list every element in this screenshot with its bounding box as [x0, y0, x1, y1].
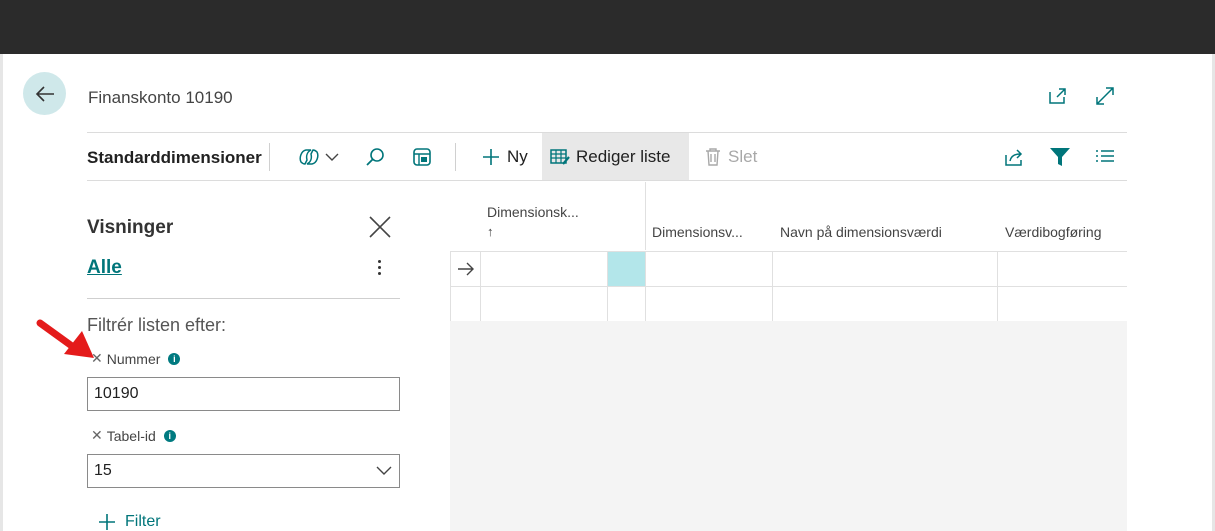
filter-tabel-id-value: 15 — [94, 462, 112, 479]
open-new-window-icon — [1049, 88, 1066, 104]
personalize-button[interactable] — [411, 145, 433, 169]
info-icon[interactable]: i — [168, 352, 181, 365]
row-arrow-icon — [458, 262, 474, 276]
toolbar-divider — [455, 143, 456, 171]
column-header-dimension-value[interactable]: Dimensionsv... — [652, 224, 743, 240]
top-bar — [0, 0, 1215, 54]
table-cell[interactable] — [646, 252, 773, 287]
new-button-label: Ny — [507, 146, 528, 166]
copilot-icon — [299, 149, 319, 165]
open-new-window-button[interactable] — [1046, 84, 1070, 108]
add-filter-button[interactable]: Filter — [97, 512, 161, 531]
filter-button[interactable] — [1049, 145, 1071, 169]
plus-icon — [483, 148, 499, 165]
search-icon — [366, 148, 384, 166]
back-arrow-icon — [35, 85, 54, 102]
expand-icon — [1096, 87, 1114, 105]
table-cell[interactable] — [773, 287, 998, 322]
table-cell[interactable] — [998, 287, 1127, 322]
column-header-dimension-value-name[interactable]: Navn på dimensionsværdi — [780, 224, 942, 240]
back-button[interactable] — [23, 72, 66, 115]
table-cell[interactable] — [481, 252, 608, 287]
grid-empty-area — [450, 321, 1127, 531]
table-cell[interactable] — [646, 287, 773, 322]
table-cell[interactable] — [773, 252, 998, 287]
search-button[interactable] — [364, 145, 386, 169]
action-toolbar: Standarddimensioner Ny Rediger liste Sle… — [87, 133, 1127, 180]
row-indicator-cell[interactable] — [451, 287, 481, 322]
column-header-dimension-code[interactable]: Dimensionsk... ↑ — [487, 204, 579, 239]
chevron-down-icon — [325, 153, 339, 161]
edit-list-button-label: Rediger liste — [576, 146, 671, 166]
chevron-down-icon — [376, 466, 392, 475]
list-view-icon — [1096, 150, 1114, 162]
close-views-button[interactable] — [367, 214, 393, 240]
column-header-label: Dimensionsk... — [487, 204, 579, 220]
toolbar-title: Standarddimensioner — [87, 148, 262, 167]
filter-tabel-id-select[interactable]: 15 — [87, 454, 400, 488]
filter-nummer-label: ✕ Nummer i — [91, 350, 181, 367]
filter-tabel-id-label: ✕ Tabel-id i — [91, 427, 176, 444]
plus-icon — [99, 514, 115, 530]
new-button[interactable]: Ny — [473, 133, 536, 180]
views-divider — [87, 298, 400, 299]
add-filter-label: Filter — [125, 513, 161, 530]
remove-filter-tabel-id-icon[interactable]: ✕ — [91, 427, 103, 444]
table-cell[interactable] — [998, 252, 1127, 287]
table-cell[interactable] — [608, 287, 646, 322]
red-arrow-annotation — [36, 319, 94, 358]
table-cell-selected[interactable] — [608, 252, 646, 287]
views-pane-title: Visninger — [87, 217, 174, 238]
sort-ascending-icon: ↑ — [487, 224, 494, 239]
delete-button-label: Slet — [728, 146, 758, 166]
remove-filter-nummer-icon[interactable]: ✕ — [91, 350, 103, 367]
filter-nummer-value: 10190 — [94, 385, 139, 402]
expand-button[interactable] — [1093, 84, 1117, 108]
edit-list-icon — [550, 148, 570, 165]
share-icon — [1005, 149, 1023, 166]
page-title: Finanskonto 10190 — [88, 88, 233, 107]
filter-nummer-name: Nummer — [106, 350, 161, 367]
toolbar-divider — [269, 143, 270, 171]
more-options-icon[interactable] — [371, 255, 387, 279]
list-view-button[interactable] — [1094, 145, 1116, 169]
copilot-button[interactable] — [297, 145, 340, 169]
edit-list-button[interactable]: Rediger liste — [542, 133, 689, 180]
toolbar-bottom-divider — [87, 180, 1127, 181]
column-header-value-posting[interactable]: Værdibogføring — [1005, 224, 1102, 240]
info-icon[interactable]: i — [163, 429, 176, 442]
filter-nummer-input[interactable]: 10190 — [87, 377, 400, 411]
table-cell[interactable] — [481, 287, 608, 322]
delete-icon — [706, 147, 720, 166]
close-icon — [369, 216, 391, 238]
filter-heading: Filtrér listen efter: — [87, 315, 227, 335]
filter-tabel-id-name: Tabel-id — [106, 427, 156, 444]
view-all-link[interactable]: Alle — [87, 257, 122, 279]
column-divider — [645, 182, 646, 250]
delete-button[interactable]: Slet — [696, 133, 765, 180]
personalize-icon — [413, 148, 431, 166]
background-left-edge — [0, 54, 3, 531]
share-button[interactable] — [1003, 145, 1025, 169]
filter-icon — [1050, 148, 1070, 166]
